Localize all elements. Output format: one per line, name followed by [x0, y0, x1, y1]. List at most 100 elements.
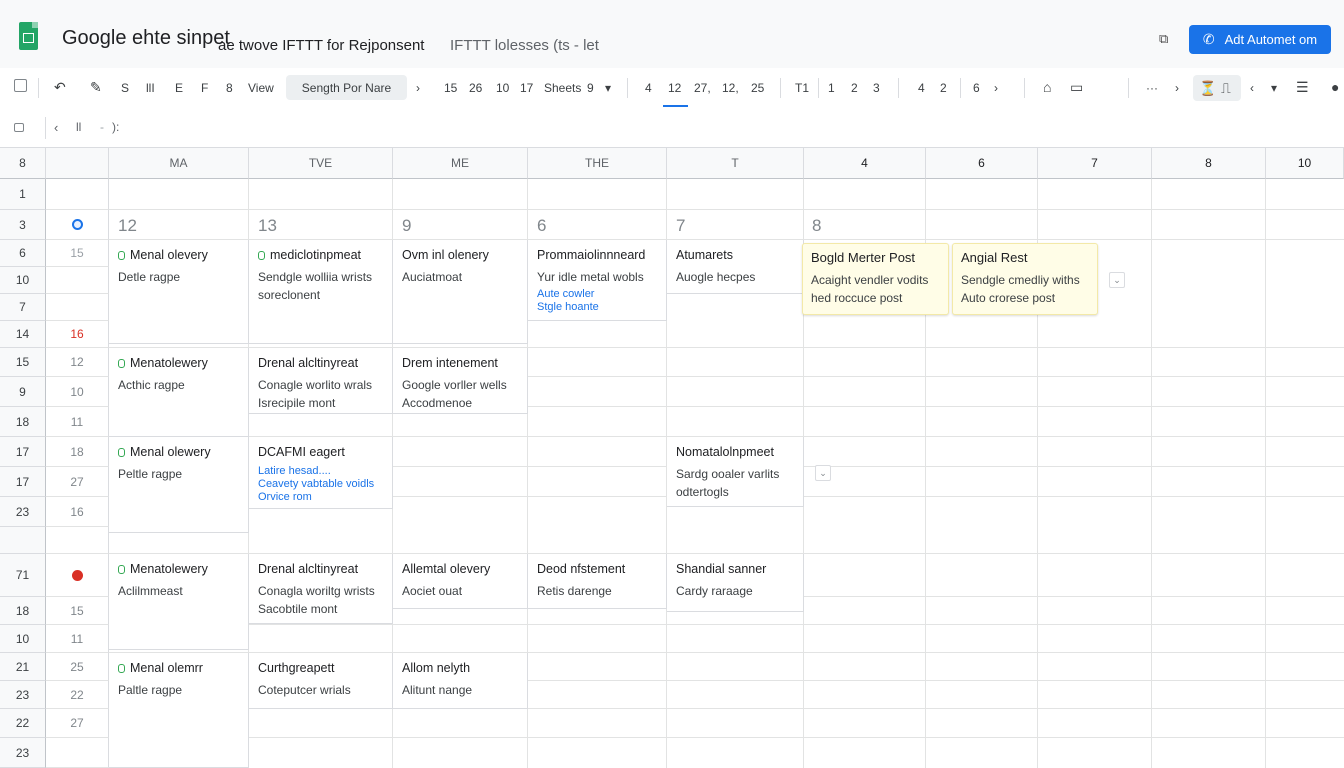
- toolbar-item[interactable]: 1: [828, 80, 835, 96]
- cell[interactable]: 18: [46, 437, 109, 467]
- chevron-right-icon[interactable]: ›: [416, 80, 420, 96]
- row-header[interactable]: 6: [0, 240, 46, 267]
- cell[interactable]: 16: [46, 497, 109, 527]
- menu-square-icon[interactable]: [14, 79, 27, 92]
- toolbar-item[interactable]: 2: [940, 80, 947, 96]
- row-header[interactable]: 18: [0, 597, 46, 625]
- event-card[interactable]: Drenal alcltinyreat Conagla woriltg wris…: [249, 554, 393, 624]
- column-header[interactable]: 10: [1266, 148, 1344, 179]
- column-header[interactable]: ME: [393, 148, 528, 179]
- toolbar-item[interactable]: 8: [226, 80, 233, 96]
- toolbar-item[interactable]: S: [121, 80, 129, 96]
- toolbar-item-active[interactable]: 12: [668, 80, 681, 96]
- event-card[interactable]: Allemtal olevery Aociet ouat: [393, 554, 528, 609]
- column-header[interactable]: MA: [109, 148, 249, 179]
- event-card[interactable]: DCAFMI eagert Latire hesad.... Ceavety v…: [249, 437, 393, 509]
- column-header[interactable]: TVE: [249, 148, 393, 179]
- column-header[interactable]: 6: [926, 148, 1038, 179]
- chevron-down-icon[interactable]: ▾: [1271, 80, 1277, 96]
- event-card[interactable]: Deod nfstement Retis darenge: [528, 554, 667, 609]
- event-link[interactable]: Latire hesad....: [258, 465, 392, 478]
- cell[interactable]: [46, 179, 109, 210]
- cell[interactable]: 27: [46, 709, 109, 738]
- cell[interactable]: 15: [46, 597, 109, 625]
- toolbar-item[interactable]: 27,: [694, 80, 711, 96]
- document-title[interactable]: ae twove IFTTT for Rejponsent: [218, 37, 424, 54]
- pause-icon[interactable]: ll: [76, 120, 81, 134]
- event-card[interactable]: Menal olevery Detle ragpe: [109, 240, 249, 344]
- cell[interactable]: 10: [46, 377, 109, 407]
- row-header[interactable]: 10: [0, 267, 46, 294]
- toolbar-item[interactable]: 2: [851, 80, 858, 96]
- event-card[interactable]: Shandial sanner Cardy raraage: [667, 554, 804, 612]
- toolbar-item[interactable]: 26: [469, 80, 482, 96]
- event-card[interactable]: Prommaiolinnneard Yur idle metal wobls A…: [528, 240, 667, 321]
- account-icon[interactable]: ●: [1331, 79, 1339, 95]
- undo-icon[interactable]: ↶: [54, 79, 66, 95]
- row-header[interactable]: 23: [0, 738, 46, 768]
- event-link[interactable]: Orvice rom: [258, 491, 392, 504]
- more-options-icon[interactable]: ···: [1146, 80, 1158, 96]
- event-link[interactable]: Stgle hoante: [537, 301, 666, 314]
- corner-header[interactable]: 8: [0, 148, 46, 179]
- row-header[interactable]: 22: [0, 709, 46, 738]
- row-header[interactable]: 15: [0, 348, 46, 377]
- chevron-right-icon[interactable]: ›: [1175, 80, 1179, 96]
- column-header[interactable]: 8: [1152, 148, 1266, 179]
- event-card[interactable]: Menatolewery Acthic ragpe: [109, 348, 249, 437]
- event-link[interactable]: Aute cowler: [537, 288, 666, 301]
- row-header[interactable]: 10: [0, 625, 46, 653]
- cell[interactable]: [46, 294, 109, 321]
- dropdown-chevron-icon[interactable]: ⌄: [815, 465, 831, 481]
- event-card[interactable]: Menatolewery Aclilmmeast: [109, 554, 249, 650]
- cell[interactable]: [46, 267, 109, 294]
- event-card[interactable]: Allom nelyth Alitunt nange: [393, 653, 528, 709]
- event-card[interactable]: Atumarets Auogle hecpes: [667, 240, 804, 294]
- cell[interactable]: 25: [46, 653, 109, 681]
- event-card[interactable]: Ovm inl olenery Auciatmoat: [393, 240, 528, 344]
- event-card[interactable]: Drem intenement Google vorller wells Acc…: [393, 348, 528, 414]
- toolbar-item[interactable]: 10: [496, 80, 509, 96]
- row-header[interactable]: 23: [0, 497, 46, 527]
- event-card[interactable]: Menal olemrr Paltle ragpe: [109, 653, 249, 768]
- add-automation-button[interactable]: ✆ Adt Automet om: [1189, 25, 1331, 54]
- row-header[interactable]: 23: [0, 681, 46, 709]
- cell[interactable]: 22: [46, 681, 109, 709]
- dropdown-chevron-icon[interactable]: ⌄: [1109, 272, 1125, 288]
- cell[interactable]: [46, 738, 109, 768]
- row-header[interactable]: 17: [0, 467, 46, 497]
- toolbar-item[interactable]: T1: [795, 80, 809, 96]
- row-header[interactable]: 18: [0, 407, 46, 437]
- toolbar-item[interactable]: 9: [587, 80, 594, 96]
- sheets-menu[interactable]: Sheets: [544, 80, 581, 96]
- toolbar-item[interactable]: 3: [873, 80, 880, 96]
- row-header[interactable]: 7: [0, 294, 46, 321]
- event-card[interactable]: Curthgreapett Coteputcer wrials: [249, 653, 393, 709]
- formula-bar-text[interactable]: ):: [112, 120, 119, 134]
- event-link[interactable]: Ceavety vabtable voidls: [258, 478, 392, 491]
- toolbar-item[interactable]: 17: [520, 80, 533, 96]
- toolbar-item[interactable]: E: [175, 80, 183, 96]
- toolbar-item[interactable]: llI: [146, 80, 155, 96]
- column-header[interactable]: T: [667, 148, 804, 179]
- event-card[interactable]: Nomatalolnpmeet Sardg ooaler varlits odt…: [667, 437, 804, 507]
- toolbar-item[interactable]: 12,: [722, 80, 739, 96]
- row-header[interactable]: 1: [0, 179, 46, 210]
- cell[interactable]: [46, 554, 109, 597]
- toolbar-item[interactable]: 25: [751, 80, 764, 96]
- name-box-icon[interactable]: [14, 123, 24, 132]
- chevron-left-icon[interactable]: ‹: [1250, 80, 1254, 96]
- column-header[interactable]: THE: [528, 148, 667, 179]
- row-header[interactable]: 14: [0, 321, 46, 348]
- cell[interactable]: [46, 527, 109, 554]
- paint-format-icon[interactable]: ✎: [90, 79, 102, 95]
- row-header[interactable]: 71: [0, 554, 46, 597]
- cell[interactable]: 11: [46, 625, 109, 653]
- cell[interactable]: 15: [46, 240, 109, 267]
- comment-icon[interactable]: ▭: [1070, 79, 1083, 95]
- toolbar-item[interactable]: 15: [444, 80, 457, 96]
- chevron-down-icon[interactable]: ▾: [605, 80, 611, 96]
- row-header[interactable]: [0, 527, 46, 554]
- toolbar-item[interactable]: 6: [973, 80, 980, 96]
- cell[interactable]: [46, 210, 109, 240]
